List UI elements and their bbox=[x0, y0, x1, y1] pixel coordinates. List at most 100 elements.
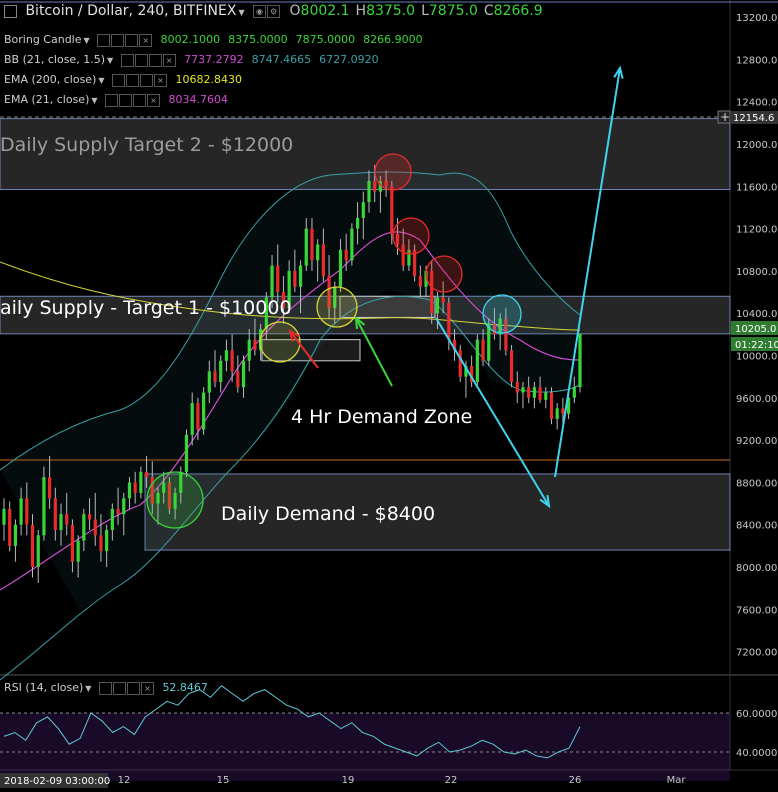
price-tick-label: 7600.00 bbox=[736, 605, 777, 616]
annotation-circle bbox=[392, 217, 430, 255]
chevron-down-icon[interactable]: ▼ bbox=[107, 56, 113, 65]
rsi-tick-40: 40.0000 bbox=[736, 748, 777, 759]
price-tick-label: 11600.00 bbox=[736, 182, 778, 193]
zone-label-4h-demand: 4 Hr Demand Zone bbox=[291, 406, 472, 428]
candle-body bbox=[515, 381, 519, 393]
candle-body bbox=[105, 529, 109, 552]
rsi-label[interactable]: RSI (14, close) bbox=[4, 681, 83, 694]
zone-label-demand: Daily Demand - $8400 bbox=[221, 503, 435, 525]
price-tick-label: 8000.00 bbox=[736, 563, 777, 574]
candle-body bbox=[555, 408, 559, 419]
settings-icon[interactable] bbox=[126, 73, 140, 87]
source-icon[interactable] bbox=[133, 93, 147, 107]
candle-body bbox=[219, 360, 223, 382]
time-tick-label: 26 bbox=[569, 775, 582, 786]
candle-body bbox=[213, 371, 217, 382]
candle-body bbox=[481, 339, 485, 361]
candle-body bbox=[8, 508, 12, 546]
ohlc-key: H bbox=[355, 3, 367, 19]
close-icon[interactable]: × bbox=[154, 73, 168, 87]
price-tick-label: 12800.00 bbox=[736, 55, 778, 66]
source-icon[interactable] bbox=[126, 681, 140, 695]
ohlc-value: 7875.0 bbox=[428, 3, 478, 19]
close-icon[interactable]: × bbox=[162, 53, 176, 67]
time-tick-label: 15 bbox=[217, 775, 230, 786]
candle-body bbox=[549, 392, 554, 419]
annotation-circle bbox=[482, 294, 522, 334]
time-tick-label: 12 bbox=[118, 775, 131, 786]
indicator-label[interactable]: EMA (21, close) bbox=[4, 93, 89, 106]
price-chart[interactable]: Daily Supply Target 2 - $12000 aily Suppl… bbox=[0, 0, 778, 788]
chevron-down-icon[interactable]: ▼ bbox=[238, 8, 244, 17]
source-icon[interactable] bbox=[140, 73, 154, 87]
candle-body bbox=[30, 524, 35, 567]
candle-body bbox=[578, 333, 582, 388]
candle-body bbox=[321, 244, 325, 277]
chevron-down-icon[interactable]: ▼ bbox=[91, 96, 97, 105]
indicator-label[interactable]: BB (21, close, 1.5) bbox=[4, 53, 105, 66]
candle-body bbox=[65, 514, 69, 525]
collapse-icon[interactable] bbox=[4, 4, 17, 18]
candle-body bbox=[355, 218, 360, 229]
settings-icon[interactable] bbox=[119, 93, 133, 107]
candle-body bbox=[310, 228, 314, 261]
settings-icon[interactable] bbox=[112, 681, 126, 695]
rsi-value: 52.8467 bbox=[162, 681, 208, 694]
candle-body bbox=[76, 540, 80, 562]
eye-icon[interactable] bbox=[112, 73, 126, 87]
candle-body bbox=[59, 514, 63, 530]
candle-body bbox=[544, 392, 548, 400]
chart-area[interactable]: Daily Supply Target 2 - $12000 aily Suppl… bbox=[0, 0, 778, 788]
eye-icon[interactable] bbox=[98, 681, 112, 695]
candle-body bbox=[42, 477, 46, 536]
annotation-circle bbox=[259, 321, 301, 363]
candle-body bbox=[418, 276, 422, 287]
price-tick-label: 10400.00 bbox=[736, 309, 778, 320]
ohlc-value: 8375.0 bbox=[366, 3, 416, 19]
chevron-down-icon[interactable]: ▼ bbox=[98, 76, 104, 85]
candle-body bbox=[538, 387, 542, 400]
add-icon: + bbox=[720, 110, 730, 124]
candle-body bbox=[447, 302, 451, 340]
annotation-circle bbox=[374, 153, 412, 191]
eye-icon[interactable] bbox=[97, 33, 111, 47]
candle-body bbox=[247, 339, 251, 361]
candle-body bbox=[475, 339, 479, 382]
settings-icon[interactable] bbox=[134, 53, 148, 67]
rsi-legend: RSI (14, close) ▼ × 52.8467 bbox=[4, 681, 216, 696]
indicator-label[interactable]: Boring Candle bbox=[4, 33, 82, 46]
chevron-down-icon[interactable]: ▼ bbox=[84, 36, 90, 45]
candle-body bbox=[270, 265, 274, 298]
eye-icon[interactable] bbox=[120, 53, 134, 67]
indicator-value: 8747.4665 bbox=[251, 53, 312, 66]
source-icon[interactable] bbox=[125, 33, 139, 47]
ohlc-key: C bbox=[483, 3, 494, 19]
close-icon[interactable]: × bbox=[139, 33, 153, 47]
source-icon[interactable] bbox=[148, 53, 162, 67]
price-tick-label: 12000.00 bbox=[736, 140, 778, 151]
annotation-circle bbox=[425, 255, 463, 293]
close-icon[interactable]: × bbox=[147, 93, 161, 107]
close-icon[interactable]: × bbox=[140, 681, 154, 695]
indicator-value: 7875.0000 bbox=[295, 33, 356, 46]
settings-icon[interactable] bbox=[111, 33, 125, 47]
countdown-label: 01:22:10 bbox=[735, 340, 778, 351]
candle-body bbox=[196, 403, 200, 430]
eye-icon[interactable]: ◉ bbox=[253, 4, 267, 18]
eye-icon[interactable] bbox=[105, 93, 119, 107]
candle-body bbox=[390, 186, 394, 234]
indicator-label[interactable]: EMA (200, close) bbox=[4, 73, 96, 86]
candle-body bbox=[572, 387, 576, 398]
settings-icon[interactable]: ⚙ bbox=[267, 4, 281, 18]
candle-body bbox=[236, 371, 240, 388]
candle-body bbox=[190, 403, 194, 435]
candle-body bbox=[202, 392, 206, 430]
symbol-header: Bitcoin / Dollar, 240, BITFINEX ▼ ◉ ⚙ O800… bbox=[4, 2, 549, 22]
candle-body bbox=[224, 350, 229, 361]
annotation-circle bbox=[146, 471, 204, 529]
symbol-title[interactable]: Bitcoin / Dollar, 240, BITFINEX bbox=[25, 3, 236, 19]
indicator-value: 8034.7604 bbox=[168, 93, 229, 106]
chevron-down-icon[interactable]: ▼ bbox=[85, 684, 91, 693]
candle-body bbox=[298, 265, 303, 287]
time-tick-label: Mar bbox=[667, 775, 687, 786]
